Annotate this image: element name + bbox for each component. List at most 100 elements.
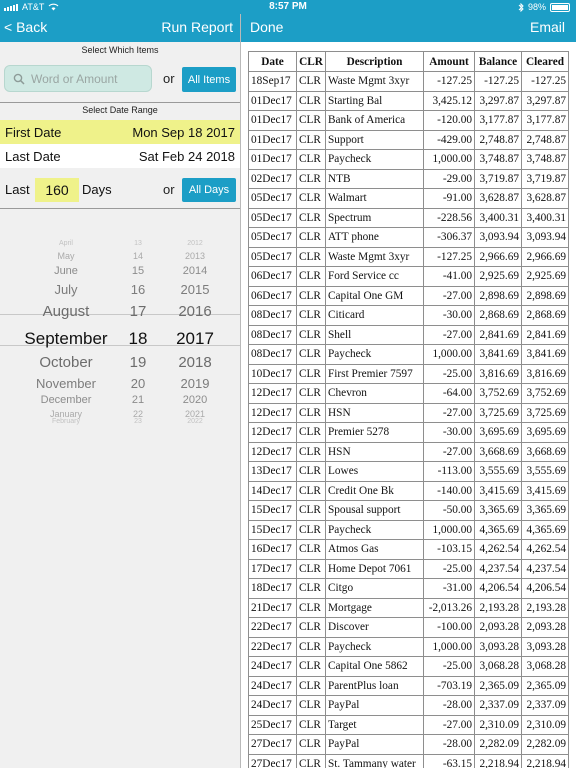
status-bar: AT&T 8:57 PM 98% [0, 0, 576, 14]
table-cell: CLR [296, 753, 326, 768]
table-cell: CLR [296, 734, 326, 755]
table-row: 16Dec17 CLR Atmos Gas -103.15 4,262.54 4,262.… [248, 539, 569, 560]
table-cell: 12Dec17 [248, 402, 297, 423]
date-picker[interactable]: April May June July August September October No… [0, 240, 240, 425]
table-row: 06Dec17 CLR Ford Service cc -41.00 2,925.69 2… [248, 266, 569, 287]
run-report-button[interactable]: Run Report [161, 19, 233, 35]
table-cell: CLR [296, 383, 326, 404]
table-cell: -27.00 [423, 402, 475, 423]
picker-year-option[interactable]: 2017 [162, 329, 228, 349]
email-button[interactable]: Email [530, 19, 565, 35]
table-cell: 3,400.31 [474, 207, 522, 228]
column-header: Cleared [521, 51, 569, 72]
table-cell: Home Depot 7061 [325, 558, 424, 579]
back-button[interactable]: < Back [4, 19, 47, 35]
table-cell: 3,177.87 [521, 110, 569, 131]
all-days-button[interactable]: All Days [182, 178, 236, 202]
table-cell: 27Dec17 [248, 734, 297, 755]
table-cell: 3,177.87 [474, 110, 522, 131]
table-cell: 3,555.69 [521, 461, 569, 482]
first-date-row[interactable]: First Date Mon Sep 18 2017 [0, 120, 240, 144]
table-cell: 4,262.54 [474, 539, 522, 560]
table-cell: CLR [296, 207, 326, 228]
table-cell: CLR [296, 461, 326, 482]
table-row: 10Dec17 CLR First Premier 7597 -25.00 3,816.… [248, 363, 569, 384]
table-cell: CLR [296, 227, 326, 248]
table-cell: 3,748.87 [474, 149, 522, 170]
table-cell: 01Dec17 [248, 90, 297, 111]
table-cell: 3,752.69 [474, 383, 522, 404]
table-cell: 4,206.54 [521, 578, 569, 599]
table-cell: 21Dec17 [248, 597, 297, 618]
table-cell: CLR [296, 363, 326, 384]
table-cell: 14Dec17 [248, 480, 297, 501]
table-cell: 2,282.09 [521, 734, 569, 755]
table-cell: -127.25 [423, 71, 475, 92]
table-cell: Discover [325, 617, 424, 638]
picker-day-option[interactable]: 18 [118, 329, 158, 349]
table-cell: 2,218.94 [521, 753, 569, 768]
last-date-row[interactable]: Last Date Sat Feb 24 2018 [0, 144, 240, 168]
separator [0, 208, 240, 209]
column-header: Amount [423, 51, 475, 72]
table-cell: -120.00 [423, 110, 475, 131]
picker-day-option: 23 [134, 418, 142, 425]
table-cell: CLR [296, 90, 326, 111]
table-cell: -25.00 [423, 656, 475, 677]
search-field[interactable] [4, 65, 152, 92]
table-row: 01Dec17 CLR Bank of America -120.00 3,177.87… [248, 110, 569, 131]
table-cell: 2,868.69 [521, 305, 569, 326]
table-row: 17Dec17 CLR Home Depot 7061 -25.00 4,237.54 4… [248, 558, 569, 579]
picker-day-option: 13 [134, 240, 142, 247]
table-cell: 2,925.69 [521, 266, 569, 287]
table-cell: 4,237.54 [521, 558, 569, 579]
table-cell: Walmart [325, 188, 424, 209]
table-cell: Paycheck [325, 344, 424, 365]
table-cell: First Premier 7597 [325, 363, 424, 384]
table-cell: Chevron [325, 383, 424, 404]
table-cell: 4,365.69 [521, 519, 569, 540]
picker-month-option: October [39, 354, 93, 371]
picker-year-option: 2015 [180, 282, 210, 297]
done-button[interactable]: Done [250, 19, 283, 35]
table-cell: -27.00 [423, 324, 475, 345]
table-cell: CLR [296, 539, 326, 560]
all-items-button[interactable]: All Items [182, 67, 236, 92]
or-label-items: or [163, 71, 175, 86]
table-cell: 18Dec17 [248, 578, 297, 599]
table-cell: 01Dec17 [248, 129, 297, 150]
table-cell: 2,898.69 [474, 285, 522, 306]
table-cell: -228.56 [423, 207, 475, 228]
select-items-label: Select Which Items [81, 45, 159, 55]
column-header: CLR [296, 51, 326, 72]
table-cell: Capital One 5862 [325, 656, 424, 677]
battery-percent: 98% [527, 2, 546, 12]
picker-month-option[interactable]: September [14, 329, 118, 349]
table-cell: 3,695.69 [521, 422, 569, 443]
table-cell: 2,841.69 [521, 324, 569, 345]
table-cell: 06Dec17 [248, 266, 297, 287]
battery-icon [550, 2, 570, 12]
last-date-value: Sat Feb 24 2018 [138, 148, 235, 164]
picker-month-option: December [40, 394, 92, 406]
table-cell: 2,282.09 [474, 734, 522, 755]
days-suffix: Days [82, 182, 112, 197]
table-cell: CLR [296, 636, 326, 657]
table-cell: 4,237.54 [474, 558, 522, 579]
search-input[interactable] [31, 71, 151, 86]
table-cell: 3,668.69 [474, 441, 522, 462]
table-cell: 2,365.09 [474, 675, 522, 696]
table-cell: 1,000.00 [423, 149, 475, 170]
table-cell: -25.00 [423, 363, 475, 384]
table-cell: 2,365.09 [521, 675, 569, 696]
table-cell: -29.00 [423, 168, 475, 189]
table-cell: HSN [325, 441, 424, 462]
table-row: 12Dec17 CLR Premier 5278 -30.00 3,695.69 3,69… [248, 422, 569, 443]
picker-year-option: 2013 [184, 251, 206, 261]
table-cell: 3,093.94 [474, 227, 522, 248]
days-count-field[interactable]: 160 [35, 178, 79, 202]
table-cell: CLR [296, 285, 326, 306]
table-header-row: Date CLR Description Amount Balance Cleared [248, 51, 569, 72]
table-cell: 05Dec17 [248, 227, 297, 248]
picker-year-option: 2022 [187, 418, 203, 425]
